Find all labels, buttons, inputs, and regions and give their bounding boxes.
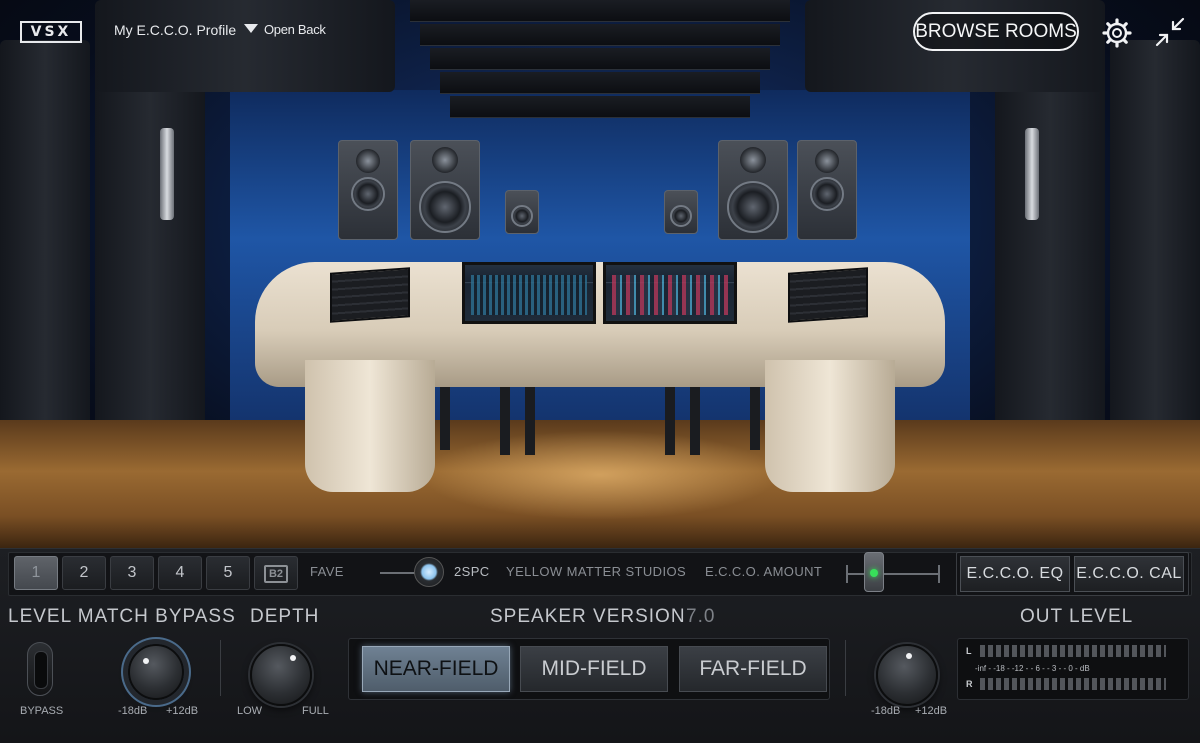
acoustic-panel bbox=[995, 60, 1105, 480]
depth-knob[interactable] bbox=[250, 644, 312, 706]
depth-low-label: LOW bbox=[237, 705, 263, 717]
meter-left-bar bbox=[980, 645, 1166, 657]
preset-slot-4[interactable]: 4 bbox=[158, 556, 202, 590]
daw-monitor bbox=[603, 262, 737, 324]
preset-slot-3[interactable]: 3 bbox=[110, 556, 154, 590]
bypass-label: BYPASS bbox=[20, 705, 64, 717]
near-field-button[interactable]: NEAR-FIELD bbox=[362, 646, 510, 692]
wall-light bbox=[160, 128, 174, 220]
out-level-title: OUT LEVEL bbox=[1020, 606, 1134, 627]
ceiling-baffle bbox=[450, 96, 750, 118]
browse-rooms-button[interactable]: BROWSE ROOMS bbox=[913, 12, 1079, 51]
studio-room-view bbox=[0, 0, 1200, 548]
preset-slot-b2[interactable]: B2 bbox=[254, 556, 298, 590]
collapse-window-icon[interactable] bbox=[1155, 17, 1185, 47]
speaker-version-number: 7.0 bbox=[686, 606, 716, 627]
headphone-mode-label: Open Back bbox=[264, 22, 326, 37]
speaker-right-outer bbox=[797, 140, 857, 240]
acoustic-panel bbox=[95, 60, 205, 480]
ceiling-baffle bbox=[440, 72, 760, 94]
depth-full-label: FULL bbox=[302, 705, 329, 717]
out-level-min: -18dB bbox=[871, 705, 901, 717]
fave-label[interactable]: FAVE bbox=[310, 564, 344, 579]
headphone-mode-dropdown[interactable]: Open Back bbox=[244, 22, 326, 37]
speaker-left-main bbox=[410, 140, 480, 240]
vsx-logo: VSX bbox=[20, 21, 82, 43]
outboard-rack bbox=[788, 267, 868, 323]
level-match-max: +12dB bbox=[166, 705, 199, 717]
ecco-eq-button[interactable]: E.C.C.O. EQ bbox=[960, 556, 1070, 592]
b2-badge: B2 bbox=[263, 565, 289, 583]
studio-name: YELLOW MATTER STUDIOS bbox=[506, 564, 687, 579]
2spc-toggle[interactable] bbox=[414, 557, 444, 587]
far-field-button[interactable]: FAR-FIELD bbox=[679, 646, 827, 692]
preset-slot-5[interactable]: 5 bbox=[206, 556, 250, 590]
level-match-min: -18dB bbox=[118, 705, 148, 717]
speaker-version-title: SPEAKER VERSION bbox=[490, 606, 686, 627]
wall-light bbox=[1025, 128, 1039, 220]
top-bar: VSX My E.C.C.O. Profile Open Back BROWSE… bbox=[0, 0, 1200, 64]
level-match-title: LEVEL MATCH BYPASS bbox=[8, 606, 236, 627]
ecco-amount-label: E.C.C.O. AMOUNT bbox=[705, 564, 823, 579]
out-level-max: +12dB bbox=[915, 705, 948, 717]
daw-monitor bbox=[462, 262, 596, 324]
meter-left-label: L bbox=[966, 646, 972, 656]
out-level-knob[interactable] bbox=[876, 644, 938, 706]
meter-scale: -inf - -18 - -12 - - 6 - - 3 - - 0 - dB bbox=[975, 664, 1090, 673]
level-match-knob[interactable] bbox=[128, 644, 184, 700]
speaker-right-main bbox=[718, 140, 788, 240]
speaker-left-near bbox=[505, 190, 539, 234]
speaker-left-outer bbox=[338, 140, 398, 240]
bypass-switch[interactable] bbox=[27, 642, 53, 696]
preset-slot-1[interactable]: 1 bbox=[14, 556, 58, 590]
preset-slot-2[interactable]: 2 bbox=[62, 556, 106, 590]
profile-name[interactable]: My E.C.C.O. Profile bbox=[114, 22, 236, 38]
outboard-rack bbox=[330, 267, 410, 323]
meter-right-label: R bbox=[966, 679, 973, 689]
ecco-status-led bbox=[870, 569, 878, 577]
depth-title: DEPTH bbox=[250, 606, 320, 627]
meter-right-bar bbox=[980, 678, 1166, 690]
speaker-right-near bbox=[664, 190, 698, 234]
chevron-down-icon bbox=[244, 24, 258, 33]
gear-icon[interactable] bbox=[1101, 17, 1133, 49]
mid-field-button[interactable]: MID-FIELD bbox=[520, 646, 668, 692]
2spc-label: 2SPC bbox=[454, 564, 490, 579]
ecco-cal-button[interactable]: E.C.C.O. CAL bbox=[1074, 556, 1184, 592]
